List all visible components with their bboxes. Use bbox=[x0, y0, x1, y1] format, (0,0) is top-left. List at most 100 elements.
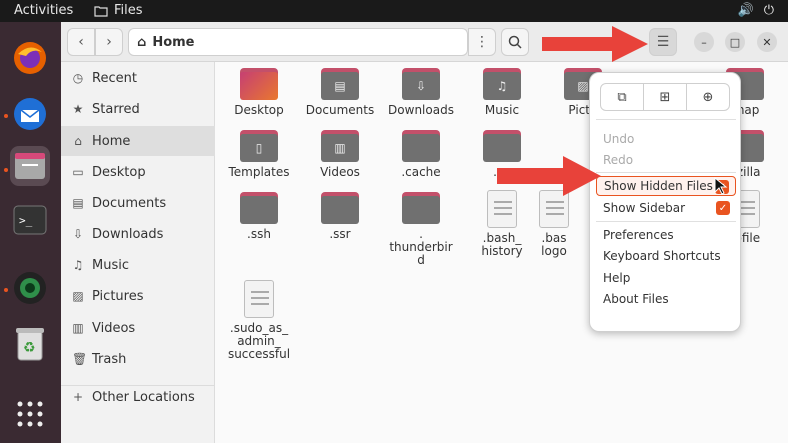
sidebar-item-documents[interactable]: ▤ Documents bbox=[61, 188, 215, 218]
header-bar: ‹ › ⌂ Home ⋮ ☰ – □ ✕ bbox=[61, 22, 788, 62]
camera-app-icon[interactable] bbox=[10, 268, 50, 308]
terminal-icon[interactable]: >_ bbox=[10, 200, 50, 240]
new-window-icon: ⧉ bbox=[617, 89, 627, 105]
text-file-icon bbox=[244, 280, 274, 318]
running-indicator bbox=[4, 114, 8, 118]
file-item[interactable]: .cache bbox=[381, 130, 461, 179]
file-item[interactable]: . thunderbir d bbox=[381, 192, 461, 267]
file-grid: Desktop ▤ Documents ⇩ Downloads ♫ Music ▨ Pi… bbox=[215, 62, 788, 443]
sidebar-item-recent[interactable]: ◷ Recent bbox=[61, 63, 215, 93]
close-button[interactable]: ✕ bbox=[757, 32, 777, 52]
svg-text:>_: >_ bbox=[19, 214, 33, 227]
sound-icon[interactable]: 🔊 bbox=[738, 3, 754, 18]
download-icon: ⇩ bbox=[72, 227, 84, 241]
file-item[interactable]: Desktop bbox=[219, 68, 299, 117]
sidebar-item-label: Home bbox=[92, 133, 131, 149]
sidebar-item-desktop[interactable]: ▭ Desktop bbox=[61, 157, 215, 187]
running-indicator bbox=[4, 168, 8, 172]
sidebar-item-label: Starred bbox=[92, 101, 140, 117]
desktop-folder-icon bbox=[240, 68, 278, 100]
sidebar-item-other-locations[interactable]: + Other Locations bbox=[61, 382, 215, 412]
file-item[interactable]: ⇩ Downloads bbox=[381, 68, 461, 117]
maximize-icon: □ bbox=[729, 35, 741, 49]
menu-item-help[interactable]: Help bbox=[596, 268, 736, 288]
sidebar-item-downloads[interactable]: ⇩ Downloads bbox=[61, 219, 215, 249]
activities-button[interactable]: Activities bbox=[14, 3, 73, 18]
more-vertical-icon: ⋮ bbox=[475, 34, 489, 50]
menu-item-keyboard-shortcuts[interactable]: Keyboard Shortcuts bbox=[596, 246, 736, 266]
sidebar-item-label: Music bbox=[92, 257, 129, 273]
file-item[interactable]: ▤ Documents bbox=[300, 68, 380, 117]
menu-item-preferences[interactable]: Preferences bbox=[596, 225, 736, 245]
file-item[interactable]: ▯ Templates bbox=[219, 130, 299, 179]
app-menu[interactable]: Files bbox=[94, 3, 143, 18]
menu-divider bbox=[596, 221, 736, 222]
menu-item-redo[interactable]: Redo bbox=[596, 150, 736, 170]
sidebar-item-label: Pictures bbox=[92, 288, 144, 304]
arrow-annotation-menu bbox=[542, 26, 648, 62]
new-folder-icon: ⊕ bbox=[702, 89, 714, 105]
minimize-button[interactable]: – bbox=[694, 32, 714, 52]
downloads-folder-icon: ⇩ bbox=[402, 68, 440, 100]
search-icon bbox=[508, 35, 522, 49]
sidebar-item-label: Other Locations bbox=[92, 389, 195, 405]
menu-button-group: ⧉ ⊞ ⊕ bbox=[600, 83, 730, 111]
forward-button[interactable]: › bbox=[95, 28, 123, 56]
new-tab-button[interactable]: ⊞ bbox=[644, 84, 687, 110]
menu-item-about[interactable]: About Files bbox=[596, 289, 736, 309]
file-item[interactable]: ▥ Videos bbox=[300, 130, 380, 179]
file-item[interactable]: .sudo_as_ admin_ successful bbox=[219, 280, 299, 361]
chevron-right-icon: › bbox=[106, 34, 112, 50]
home-icon: ⌂ bbox=[137, 34, 147, 50]
hamburger-icon: ☰ bbox=[656, 34, 670, 50]
system-tray[interactable]: 🔊 ⏻ bbox=[738, 3, 774, 18]
trash-dock-icon[interactable]: ♻ bbox=[10, 324, 50, 364]
desktop-icon: ▭ bbox=[72, 165, 84, 179]
menu-item-undo[interactable]: Undo bbox=[596, 129, 736, 149]
back-button[interactable]: ‹ bbox=[67, 28, 95, 56]
sidebar-item-label: Desktop bbox=[92, 164, 146, 180]
file-item[interactable]: .ssh bbox=[219, 192, 299, 241]
menu-item-show-sidebar[interactable]: Show Sidebar ✓ bbox=[596, 198, 736, 218]
chevron-left-icon: ‹ bbox=[78, 34, 84, 50]
sidebar-item-videos[interactable]: ▥ Videos bbox=[61, 313, 215, 343]
file-item[interactable]: ♫ Music bbox=[462, 68, 542, 117]
thunderbird-icon[interactable] bbox=[10, 94, 50, 134]
videos-folder-icon: ▥ bbox=[321, 130, 359, 162]
firefox-icon[interactable] bbox=[10, 38, 50, 78]
files-window: ‹ › ⌂ Home ⋮ ☰ – □ ✕ ◷ Recent ★ Starred ⌂ H… bbox=[61, 22, 788, 443]
power-icon[interactable]: ⏻ bbox=[764, 3, 774, 18]
new-folder-button[interactable]: ⊕ bbox=[687, 84, 729, 110]
main-menu-popover: ⧉ ⊞ ⊕ Undo Redo Show Hidden Files ✓ Show… bbox=[589, 72, 741, 332]
sidebar-item-label: Trash bbox=[92, 351, 127, 367]
files-dock-icon[interactable] bbox=[10, 146, 50, 186]
file-item[interactable]: .ssr bbox=[300, 192, 380, 241]
sidebar-item-trash[interactable]: 🗑 Trash bbox=[61, 344, 215, 374]
video-icon: ▥ bbox=[72, 321, 84, 335]
new-window-button[interactable]: ⧉ bbox=[601, 84, 644, 110]
document-icon: ▤ bbox=[72, 196, 84, 210]
sidebar-item-pictures[interactable]: ▨ Pictures bbox=[61, 281, 215, 311]
top-bar: Activities Files 🔊 ⏻ bbox=[0, 0, 788, 22]
path-menu-button[interactable]: ⋮ bbox=[468, 28, 496, 56]
svg-text:♻: ♻ bbox=[23, 340, 36, 356]
music-folder-icon: ♫ bbox=[483, 68, 521, 100]
checkbox-checked-icon[interactable]: ✓ bbox=[716, 201, 730, 215]
main-menu-button[interactable]: ☰ bbox=[649, 28, 677, 56]
file-item[interactable]: .bas logo bbox=[529, 190, 579, 258]
sidebar-item-home[interactable]: ⌂ Home bbox=[61, 126, 215, 156]
path-bar[interactable]: ⌂ Home bbox=[128, 28, 468, 56]
sidebar-item-music[interactable]: ♫ Music bbox=[61, 250, 215, 280]
templates-folder-icon: ▯ bbox=[240, 130, 278, 162]
sidebar: ◷ Recent ★ Starred ⌂ Home ▭ Desktop ▤ Documen… bbox=[61, 62, 215, 443]
menu-item-label: Show Sidebar bbox=[603, 201, 686, 215]
close-icon: ✕ bbox=[762, 35, 772, 49]
trash-icon: 🗑 bbox=[72, 352, 88, 366]
plus-icon: + bbox=[72, 390, 84, 404]
dock: >_ ♻ bbox=[0, 22, 61, 443]
sidebar-item-starred[interactable]: ★ Starred bbox=[61, 94, 215, 124]
show-apps-icon[interactable] bbox=[10, 394, 50, 434]
search-button[interactable] bbox=[501, 28, 529, 56]
maximize-button[interactable]: □ bbox=[725, 32, 745, 52]
folder-icon bbox=[402, 192, 440, 224]
